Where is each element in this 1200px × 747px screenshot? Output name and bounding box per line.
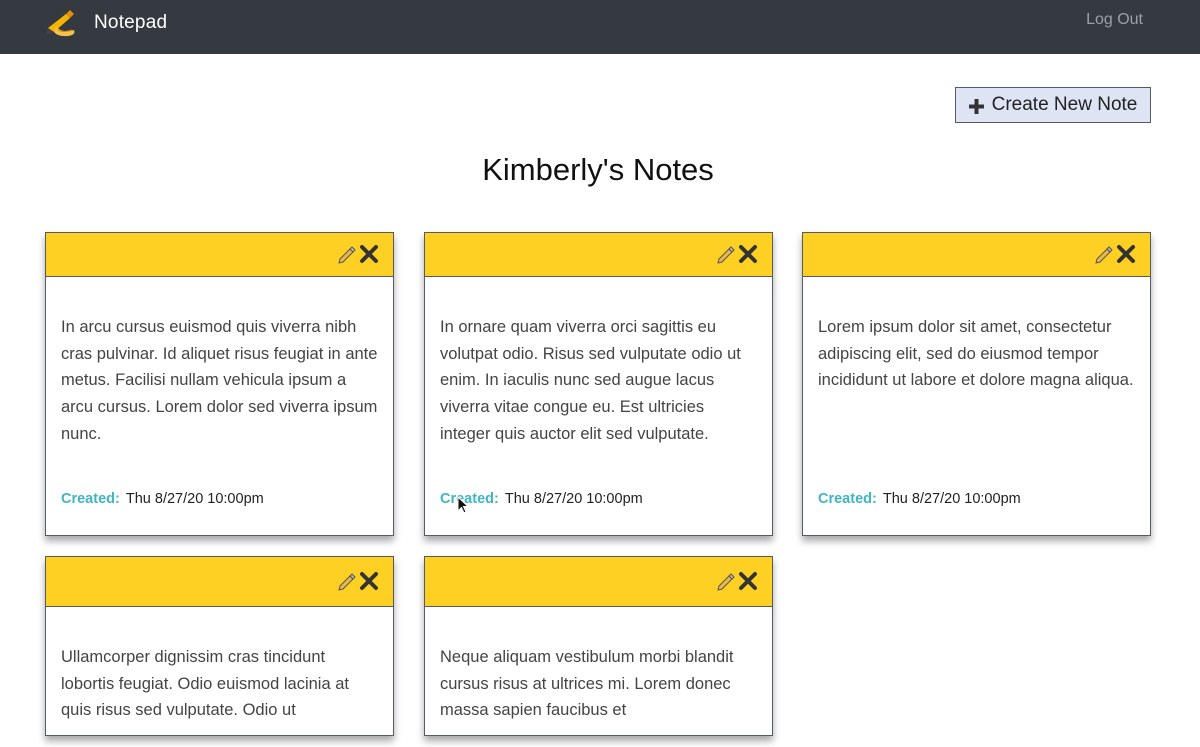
pencil-icon[interactable] (716, 244, 736, 264)
pencil-icon[interactable] (716, 571, 736, 591)
close-icon[interactable] (1116, 244, 1136, 264)
note-footer: Created: Thu 8/27/20 10:00pm (803, 489, 1150, 535)
logout-link[interactable]: Log Out (1086, 11, 1143, 29)
brand[interactable]: Notepad (44, 6, 167, 40)
note-card: Neque aliquam vestibulum morbi blandit c… (424, 556, 773, 736)
note-actions (337, 571, 379, 591)
note-header (46, 557, 393, 607)
note-card: In arcu cursus euismod quis viverra nibh… (45, 232, 394, 536)
created-date: Thu 8/27/20 10:00pm (882, 491, 1021, 507)
pencil-icon[interactable] (1094, 244, 1114, 264)
note-body: Neque aliquam vestibulum morbi blandit c… (440, 648, 734, 720)
note-header (803, 233, 1150, 277)
created-label: Created: (818, 491, 877, 507)
note-body: In arcu cursus euismod quis viverra nibh… (61, 318, 378, 443)
plus-icon (968, 98, 984, 114)
close-icon[interactable] (359, 244, 379, 264)
created-label: Created: (61, 491, 120, 507)
note-actions (716, 571, 758, 591)
note-body: In ornare quam viverra orci sagittis eu … (440, 318, 741, 443)
note-body: Ullamcorper dignissim cras tincidunt lob… (61, 648, 349, 720)
created-label: Created: (440, 491, 499, 507)
close-icon[interactable] (738, 244, 758, 264)
note-footer: Created: Thu 8/27/20 10:00pm (46, 489, 393, 535)
brand-name: Notepad (94, 12, 168, 33)
note-card: Ullamcorper dignissim cras tincidunt lob… (45, 556, 394, 736)
note-card: Lorem ipsum dolor sit amet, consectetur … (802, 232, 1151, 536)
page-title: Kimberly's Notes (482, 152, 714, 187)
create-new-note-button[interactable]: Create New Note (955, 87, 1151, 123)
created-date: Thu 8/27/20 10:00pm (125, 491, 264, 507)
create-new-note-label: Create New Note (991, 94, 1138, 115)
writing-hand-icon (44, 8, 78, 38)
mouse-cursor-icon (457, 495, 470, 514)
close-icon[interactable] (738, 571, 758, 591)
note-header (425, 233, 772, 277)
note-header (425, 557, 772, 607)
note-actions (337, 244, 379, 264)
pencil-icon[interactable] (337, 244, 357, 264)
note-footer: Created: Thu 8/27/20 10:00pm (425, 489, 772, 535)
navbar: Notepad Log Out (0, 0, 1200, 54)
note-actions (716, 244, 758, 264)
created-date: Thu 8/27/20 10:00pm (504, 491, 643, 507)
note-card: In ornare quam viverra orci sagittis eu … (424, 232, 773, 536)
note-header (46, 233, 393, 277)
pencil-icon[interactable] (337, 571, 357, 591)
note-body: Lorem ipsum dolor sit amet, consectetur … (818, 318, 1134, 390)
note-actions (1094, 244, 1136, 264)
close-icon[interactable] (359, 571, 379, 591)
